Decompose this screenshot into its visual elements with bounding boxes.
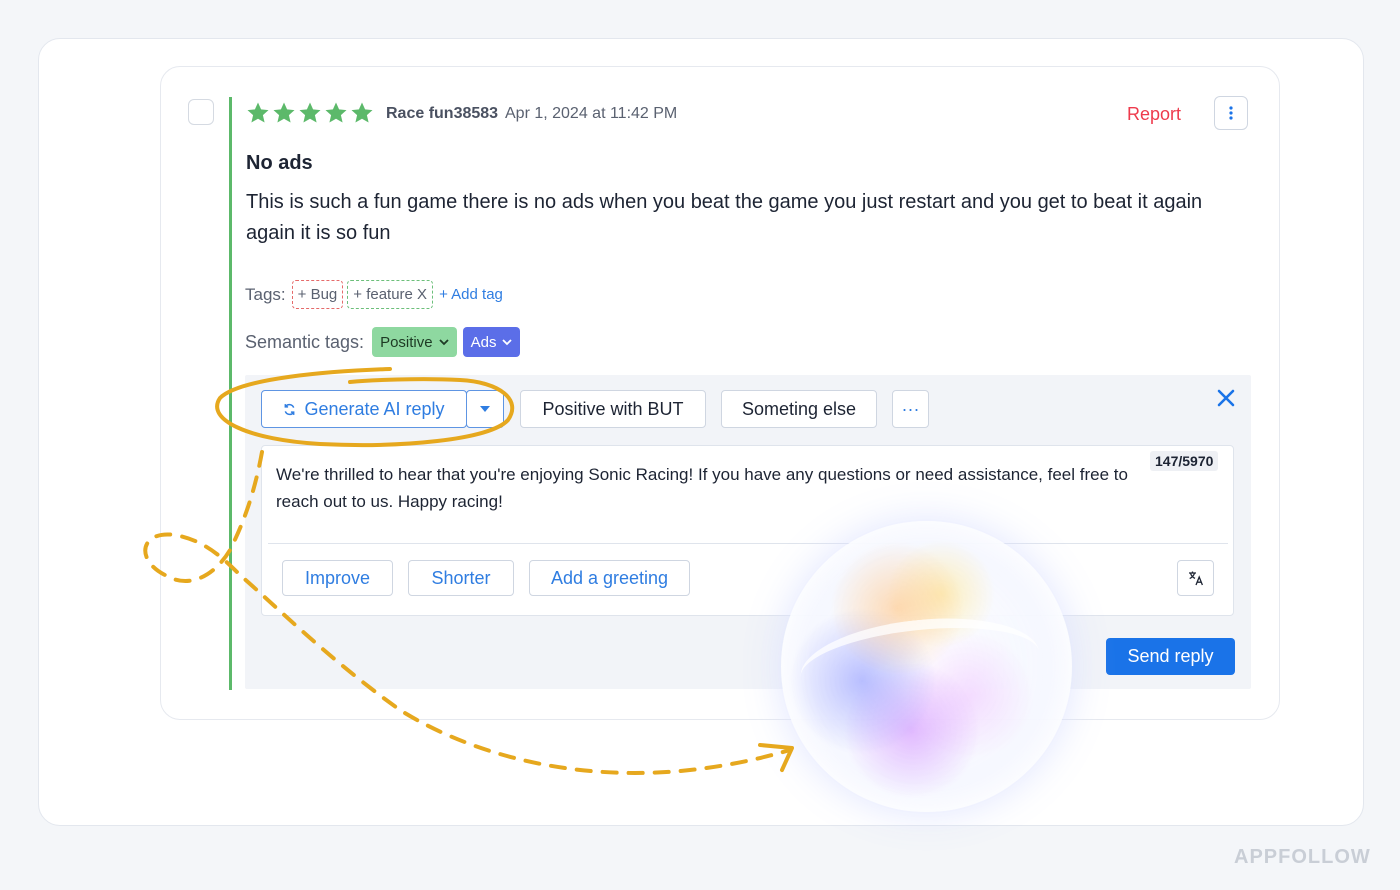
close-icon[interactable] xyxy=(1216,388,1236,408)
generate-ai-reply-label: Generate AI reply xyxy=(304,398,445,419)
refresh-icon xyxy=(285,403,295,415)
star-icon xyxy=(273,102,295,123)
star-icon xyxy=(299,102,321,123)
star-rating xyxy=(246,101,374,125)
review-date: Apr 1, 2024 at 11:42 PM xyxy=(505,105,678,122)
translate-button[interactable] xyxy=(1177,560,1214,596)
improve-button[interactable]: Improve xyxy=(282,560,393,596)
tags-row: Tags: + Bug + feature X + Add tag xyxy=(245,280,503,309)
tag-chip-bug[interactable]: + Bug xyxy=(291,280,344,309)
textarea-divider xyxy=(268,543,1228,544)
generate-ai-reply-button[interactable]: Generate AI reply xyxy=(261,390,467,428)
review-select-checkbox[interactable] xyxy=(188,99,214,125)
review-accent-line xyxy=(229,97,232,690)
send-reply-button[interactable]: Send reply xyxy=(1106,638,1235,675)
semantic-tags-label: Semantic tags: xyxy=(245,331,365,352)
template-something-else-button[interactable]: Someting else xyxy=(721,390,877,428)
chevron-down-icon xyxy=(438,338,449,345)
shorter-button[interactable]: Shorter xyxy=(408,560,514,596)
tag-chip-feature[interactable]: + feature X xyxy=(347,280,434,309)
vertical-dots-icon xyxy=(1229,106,1233,120)
semantic-tag-positive[interactable]: Positive xyxy=(372,327,457,357)
semantic-tags-row: Semantic tags: Positive Ads xyxy=(245,327,521,357)
chevron-down-icon xyxy=(502,338,513,345)
generate-options-dropdown[interactable] xyxy=(466,390,504,428)
reply-text: We're thrilled to hear that you're enjoy… xyxy=(276,465,1128,511)
star-icon xyxy=(325,102,347,123)
add-greeting-button[interactable]: Add a greeting xyxy=(529,560,690,596)
star-icon xyxy=(351,102,373,123)
tags-label: Tags: xyxy=(245,284,286,304)
template-positive-with-but-button[interactable]: Positive with BUT xyxy=(520,390,706,428)
more-templates-button[interactable]: ··· xyxy=(892,390,929,428)
star-icon xyxy=(247,102,269,123)
character-counter: 147/5970 xyxy=(1150,451,1219,471)
review-author: Race fun38583 xyxy=(386,105,499,122)
semantic-tag-label: Positive xyxy=(380,333,433,351)
semantic-tag-ads[interactable]: Ads xyxy=(462,327,521,357)
translate-icon xyxy=(1188,571,1203,586)
review-title: No ads xyxy=(246,152,313,174)
report-link[interactable]: Report xyxy=(1127,104,1181,125)
caret-down-icon xyxy=(480,406,490,412)
more-options-button[interactable] xyxy=(1214,96,1248,130)
semantic-tag-label: Ads xyxy=(470,333,497,351)
watermark-logo: APPFOLLOW xyxy=(1234,846,1371,868)
review-text: This is such a fun game there is no ads … xyxy=(246,191,1203,244)
add-tag-link[interactable]: + Add tag xyxy=(439,286,503,303)
